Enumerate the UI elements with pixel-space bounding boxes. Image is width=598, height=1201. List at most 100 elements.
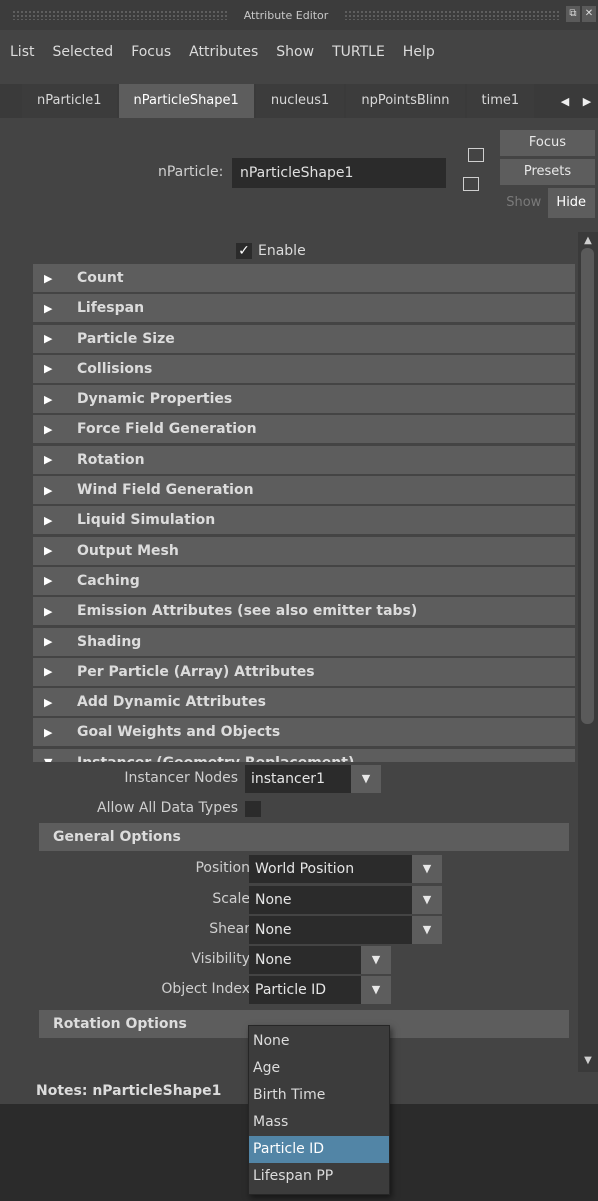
expand-arrow-icon: ▶ [44, 332, 53, 346]
visibility-dropdown[interactable]: None [249, 946, 361, 974]
general-options-header[interactable]: General Options [39, 823, 569, 851]
expand-arrow-icon: ▶ [44, 695, 53, 709]
scale-dropdown[interactable]: None [249, 886, 412, 914]
section-force-field-generation[interactable]: ▶ Force Field Generation [33, 415, 575, 444]
section-output-mesh[interactable]: ▶ Output Mesh [33, 536, 575, 565]
float-window-icon[interactable]: ⧉ [566, 6, 580, 22]
section-label: Lifespan [77, 300, 145, 317]
tab-nucleus1[interactable]: nucleus1 [255, 84, 345, 118]
tab-left-arrow-icon[interactable]: ◀ [561, 95, 569, 108]
scroll-up-icon[interactable]: ▲ [578, 234, 598, 248]
title-bar: Attribute Editor ⧉ ✕ [0, 0, 598, 30]
tab-nparticle1[interactable]: nParticle1 [22, 84, 117, 118]
scale-label: Scale [212, 891, 250, 907]
option-mass[interactable]: Mass [249, 1109, 389, 1136]
shear-dropdown[interactable]: None [249, 916, 412, 944]
tab-right-arrow-icon[interactable]: ▶ [583, 95, 591, 108]
show-hide-toggle: Show Hide [500, 188, 595, 218]
section-label: Output Mesh [77, 542, 179, 559]
hide-button[interactable]: Hide [547, 188, 595, 218]
menu-turtle[interactable]: TURTLE [332, 44, 385, 60]
enable-label: Enable [258, 243, 306, 259]
section-label: Liquid Simulation [77, 512, 216, 529]
expand-arrow-icon: ▶ [44, 635, 53, 649]
copy-tab-icon[interactable] [463, 177, 479, 191]
allow-all-data-types-label: Allow All Data Types [97, 800, 238, 816]
option-particle-id[interactable]: Particle ID [249, 1136, 389, 1163]
expand-arrow-icon: ▶ [44, 604, 53, 618]
shear-label: Shear [209, 921, 250, 937]
section-collisions[interactable]: ▶ Collisions [33, 354, 575, 383]
node-name-row: nParticle: nParticleShape1 [0, 158, 500, 188]
menu-attributes[interactable]: Attributes [189, 44, 258, 60]
load-attributes-icon[interactable] [468, 148, 484, 162]
tab-scroll-arrows: ◀ ▶ [554, 84, 598, 118]
allow-all-data-types-checkbox[interactable] [245, 801, 261, 817]
menu-selected[interactable]: Selected [52, 44, 113, 60]
presets-button[interactable]: Presets [500, 159, 595, 185]
object-index-label: Object Index [161, 981, 250, 997]
title-grip-right[interactable] [344, 10, 560, 20]
dropdown-arrow-icon[interactable]: ▼ [412, 855, 442, 883]
dropdown-arrow-icon[interactable]: ▼ [351, 765, 381, 793]
option-age[interactable]: Age [249, 1055, 389, 1082]
enable-checkbox[interactable]: ✓ [236, 243, 252, 259]
expand-arrow-icon: ▶ [44, 544, 53, 558]
node-type-label: nParticle: [158, 164, 224, 180]
scroll-down-icon[interactable]: ▼ [578, 1054, 598, 1068]
section-count[interactable]: ▶ Count [33, 264, 575, 292]
section-rotation[interactable]: ▶ Rotation [33, 445, 575, 474]
tab-nppointsblinn[interactable]: npPointsBlinn [346, 84, 465, 118]
section-emission-attributes[interactable]: ▶ Emission Attributes (see also emitter t… [33, 597, 575, 626]
section-label: Collisions [77, 360, 153, 377]
section-per-particle-attributes[interactable]: ▶ Per Particle (Array) Attributes [33, 657, 575, 686]
expand-arrow-icon: ▶ [44, 392, 53, 406]
menu-show[interactable]: Show [276, 44, 314, 60]
section-add-dynamic-attributes[interactable]: ▶ Add Dynamic Attributes [33, 688, 575, 717]
section-goal-weights[interactable]: ▶ Goal Weights and Objects [33, 718, 575, 747]
section-label: Rotation [77, 451, 145, 468]
expand-arrow-icon: ▶ [44, 362, 53, 376]
node-tab-bar: nParticle1 nParticleShape1 nucleus1 npPo… [0, 84, 598, 118]
option-lifespan-pp[interactable]: Lifespan PP [249, 1163, 389, 1190]
section-list: ▶ Count ▶ Lifespan ▶ Particle Size ▶ Collisi… [33, 264, 575, 779]
dropdown-arrow-icon[interactable]: ▼ [412, 916, 442, 944]
dropdown-arrow-icon[interactable]: ▼ [412, 886, 442, 914]
object-index-dropdown[interactable]: Particle ID [249, 976, 361, 1004]
section-label: Emission Attributes (see also emitter ta… [77, 603, 418, 620]
option-birth-time[interactable]: Birth Time [249, 1082, 389, 1109]
section-label: Goal Weights and Objects [77, 724, 281, 741]
option-none[interactable]: None [249, 1028, 389, 1055]
visibility-label: Visibility [191, 951, 250, 967]
expand-arrow-icon: ▶ [44, 422, 53, 436]
instancer-nodes-dropdown[interactable]: instancer1 [245, 765, 351, 793]
node-name-field[interactable]: nParticleShape1 [232, 158, 446, 188]
object-index-options-menu: None Age Birth Time Mass Particle ID Lif… [248, 1025, 390, 1195]
notes-label: Notes: nParticleShape1 [36, 1083, 222, 1099]
vertical-scrollbar[interactable]: ▲ ▼ [578, 232, 598, 1072]
show-button[interactable]: Show [500, 188, 548, 218]
dropdown-arrow-icon[interactable]: ▼ [361, 976, 391, 1004]
tab-time1[interactable]: time1 [466, 84, 535, 118]
section-wind-field-generation[interactable]: ▶ Wind Field Generation [33, 476, 575, 505]
focus-button[interactable]: Focus [500, 130, 595, 156]
window-title: Attribute Editor [243, 8, 329, 22]
expand-arrow-icon: ▶ [44, 271, 53, 285]
section-caching[interactable]: ▶ Caching [33, 566, 575, 595]
close-window-icon[interactable]: ✕ [582, 6, 596, 22]
section-particle-size[interactable]: ▶ Particle Size [33, 324, 575, 353]
section-shading[interactable]: ▶ Shading [33, 627, 575, 656]
section-liquid-simulation[interactable]: ▶ Liquid Simulation [33, 506, 575, 535]
scroll-thumb[interactable] [581, 248, 594, 724]
expand-arrow-icon: ▶ [44, 483, 53, 497]
menu-focus[interactable]: Focus [131, 44, 171, 60]
title-grip-left[interactable] [12, 10, 228, 20]
section-dynamic-properties[interactable]: ▶ Dynamic Properties [33, 385, 575, 414]
position-dropdown[interactable]: World Position [249, 855, 412, 883]
section-lifespan[interactable]: ▶ Lifespan [33, 294, 575, 323]
menu-list[interactable]: List [10, 44, 34, 60]
menu-help[interactable]: Help [403, 44, 435, 60]
expand-arrow-icon: ▶ [44, 301, 53, 315]
dropdown-arrow-icon[interactable]: ▼ [361, 946, 391, 974]
tab-nparticleshape1[interactable]: nParticleShape1 [118, 84, 254, 118]
